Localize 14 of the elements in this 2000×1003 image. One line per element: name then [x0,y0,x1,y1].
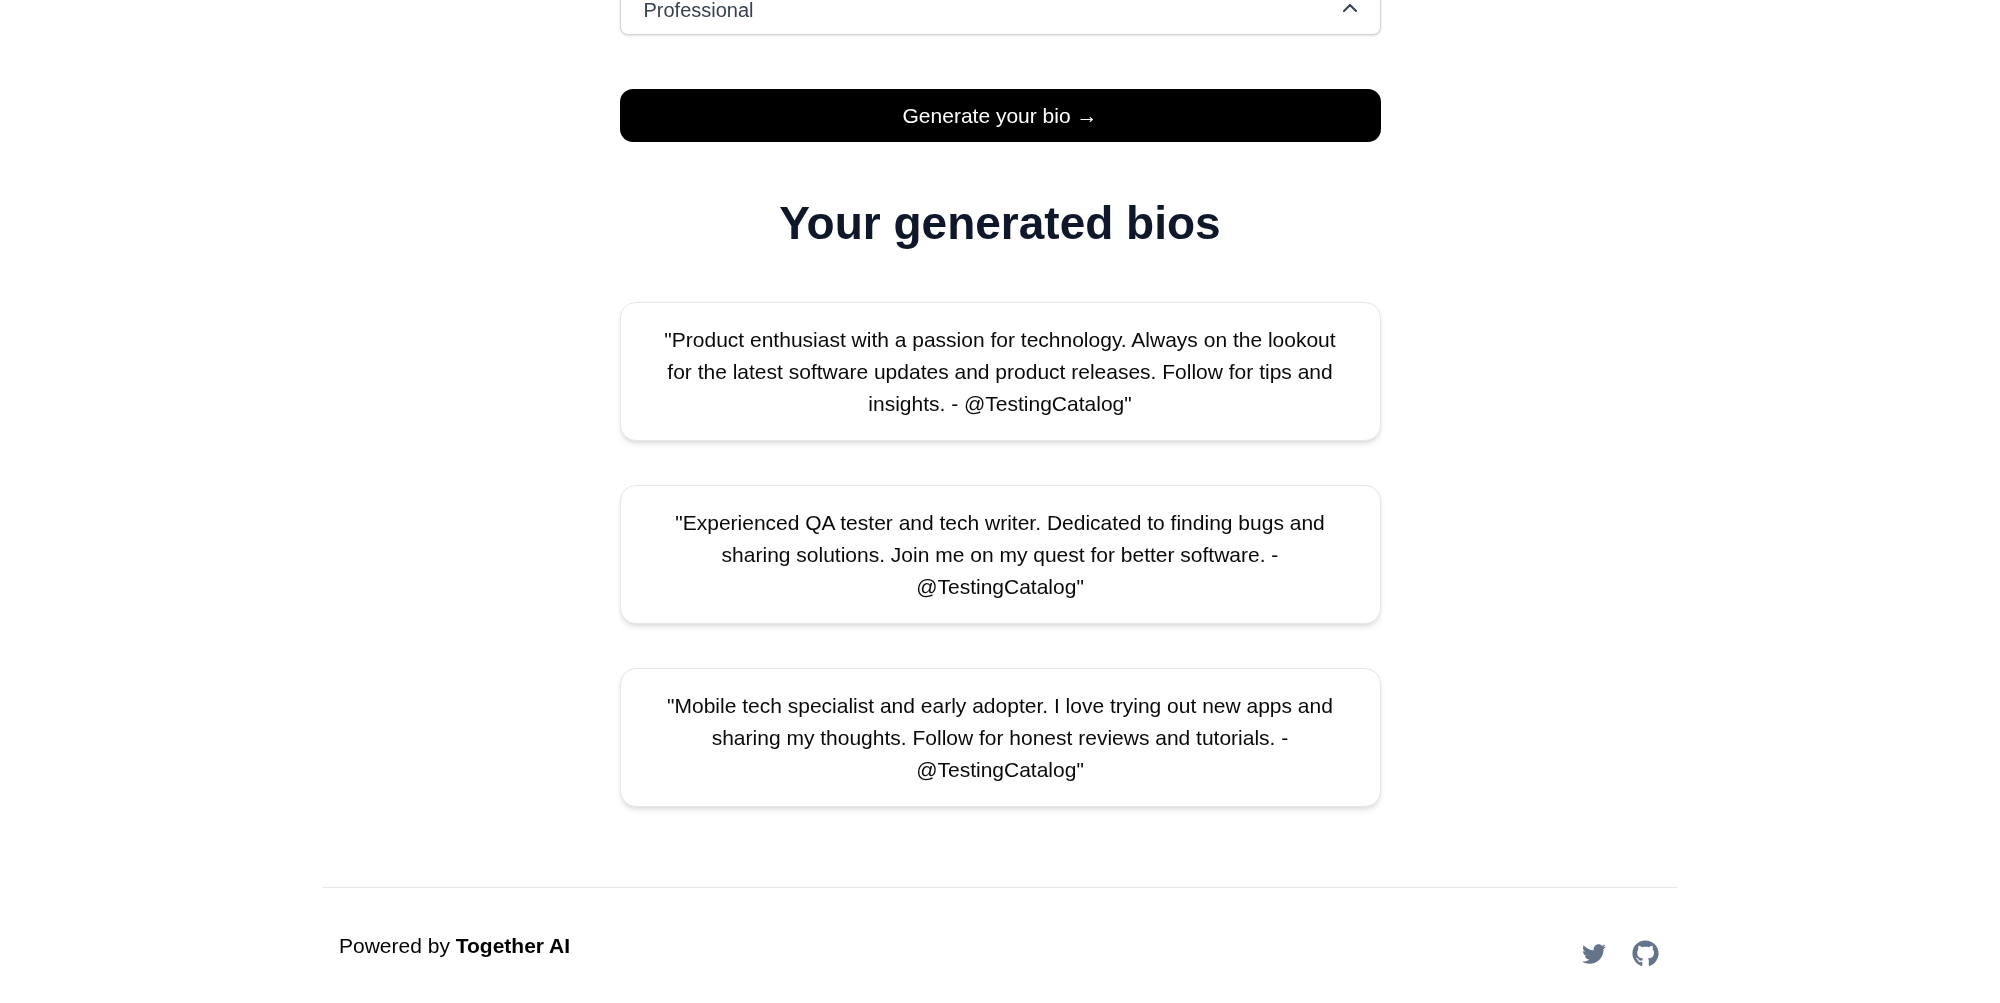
bio-text: "Product enthusiast with a passion for technology. Always on the lookout for the latest software updates and product releases. Follow for tips and insights. - @TestingCatalog" [663,326,1337,417]
generate-button[interactable]: Generate your bio → [619,89,1381,142]
results-heading: Your generated bios [778,197,1222,250]
chevron-up-icon [1342,4,1357,12]
style-select[interactable]: Professional [619,0,1381,35]
bird-icon[interactable] [1580,941,1608,966]
select-value: Professional [643,0,754,23]
bio-text: "Mobile tech specialist and early adopter. I love trying out new apps and sharing my thoughts. Follow for honest reviews and tutorials. - @TestingCatalog" [666,692,1334,783]
bio-text: "Experienced QA tester and tech writer. Dedicated to finding bugs and sharing solutions. Join me on my quest for better software. - @TestingCatalog" [674,509,1326,600]
bio-card[interactable]: "Experienced QA tester and tech writer. Dedicated to finding bugs and sharing solutions. Join me on my quest for better software. - @TestingCatalog" [619,485,1381,624]
bio-card[interactable]: "Mobile tech specialist and early adopter. I love trying out new apps and sharing my thoughts. Follow for honest reviews and tutorials. - @TestingCatalog" [619,668,1381,807]
bio-card[interactable]: "Product enthusiast with a passion for technology. Always on the lookout for the latest software updates and product releases. Follow for tips and insights. - @TestingCatalog" [619,302,1381,441]
powered-by-text: Powered by Together AI [339,933,571,959]
github-icon[interactable] [1632,940,1659,967]
